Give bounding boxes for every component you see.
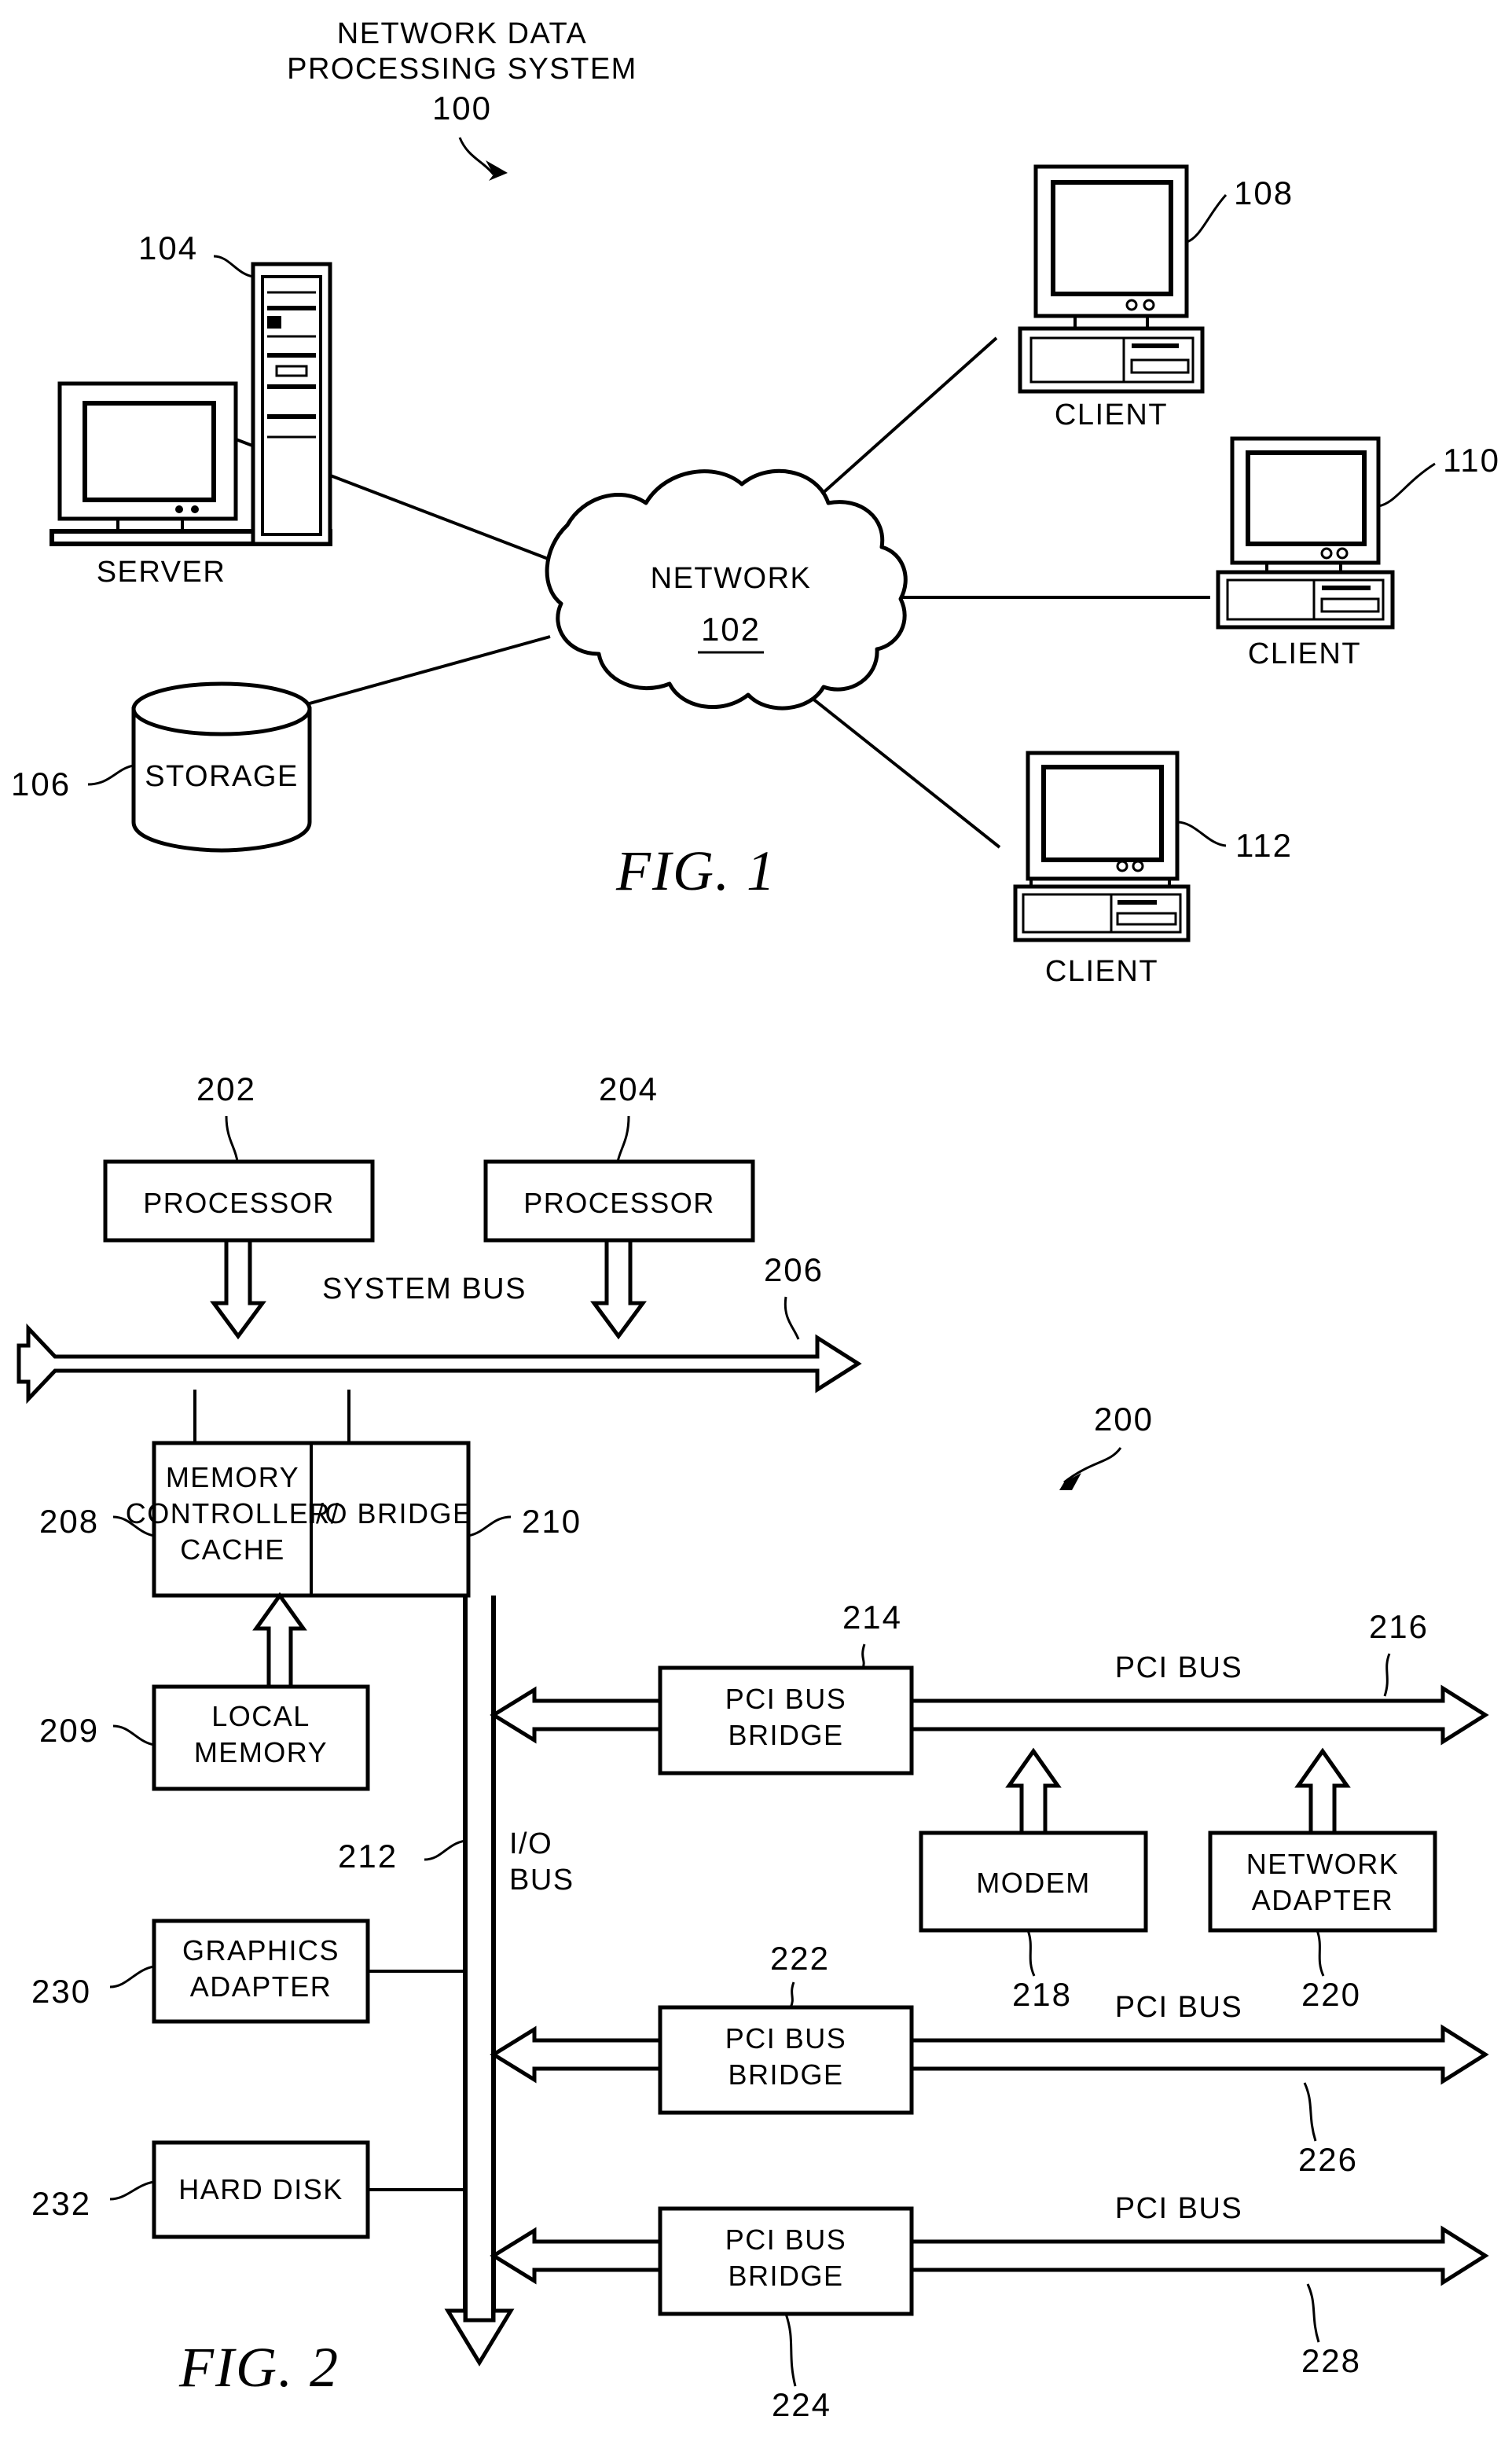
- client-110-ref: 110: [1443, 442, 1500, 479]
- io-bridge-ref: 210: [522, 1503, 582, 1540]
- pci-bridge-214-line1: PCI BUS: [725, 1683, 847, 1715]
- pci-bus-216-label: PCI BUS: [1115, 1651, 1243, 1684]
- network-adapter-line1: NETWORK: [1246, 1848, 1400, 1880]
- modem-ref: 218: [1012, 1976, 1072, 2013]
- pci-bus-228-label: PCI BUS: [1115, 2192, 1243, 2225]
- system-bus-ref: 206: [764, 1251, 824, 1288]
- pci-bridge-214-ref: 214: [842, 1599, 902, 1636]
- server-tower-chip: [267, 316, 281, 329]
- storage-ref: 106: [11, 766, 71, 802]
- figure1-caption: FIG. 1: [615, 839, 776, 902]
- processor-202-ref: 202: [196, 1070, 256, 1107]
- pci-bridge-214-line2: BRIDGE: [728, 1719, 843, 1751]
- system-bus-label: SYSTEM BUS: [322, 1272, 527, 1305]
- graphics-adapter-line1: GRAPHICS: [182, 1934, 339, 1966]
- network-label: NETWORK: [651, 562, 812, 595]
- graphics-adapter-line2: ADAPTER: [190, 1970, 332, 2003]
- pci-bus-226-label: PCI BUS: [1115, 1991, 1243, 2024]
- hard-disk-label: HARD DISK: [178, 2173, 343, 2205]
- network-ref: 102: [701, 611, 761, 648]
- io-bridge-label: I/O BRIDGE: [306, 1497, 472, 1529]
- storage-label: STORAGE: [145, 760, 299, 793]
- pci-bus-228-ref: 228: [1301, 2342, 1361, 2379]
- hard-disk-ref: 232: [31, 2185, 91, 2222]
- pci-bridge-224-ref: 224: [772, 2386, 831, 2423]
- io-bus-line2: BUS: [509, 1864, 574, 1897]
- server-ref: 104: [138, 230, 198, 266]
- processor-202-box: PROCESSOR: [103, 1159, 375, 1243]
- pci-bridge-222-ref: 222: [770, 1940, 830, 1977]
- system-200-ref: 200: [1094, 1401, 1154, 1438]
- processor-204-label: PROCESSOR: [523, 1187, 715, 1219]
- client-112-ref: 112: [1235, 827, 1293, 864]
- processor-204-ref: 204: [599, 1070, 659, 1107]
- figure1-title-ref: 100: [432, 90, 492, 127]
- local-memory-ref: 209: [39, 1712, 99, 1749]
- pci-bridge-222-line2: BRIDGE: [728, 2058, 843, 2091]
- figure2-caption: FIG. 2: [178, 2336, 339, 2399]
- storage-cylinder-top: [131, 681, 312, 736]
- figure1-title-line1: NETWORK DATA: [337, 17, 587, 50]
- figure1-title-line2: PROCESSING SYSTEM: [287, 53, 637, 86]
- local-memory-line2: MEMORY: [194, 1736, 328, 1768]
- pci-bridge-224-line2: BRIDGE: [728, 2260, 843, 2292]
- pci-bus-216-ref: 216: [1369, 1608, 1429, 1645]
- network-adapter-line2: ADAPTER: [1252, 1884, 1394, 1916]
- server-label: SERVER: [97, 556, 226, 589]
- processor-204-box: PROCESSOR: [483, 1159, 755, 1243]
- client-110-label: CLIENT: [1248, 637, 1361, 670]
- client-108-ref: 108: [1234, 174, 1294, 211]
- pci-bridge-224-line1: PCI BUS: [725, 2224, 847, 2256]
- memory-controller-io-bridge-box: MEMORY CONTROLLER/ CACHE I/O BRIDGE: [126, 1441, 472, 1598]
- pci-bus-226-ref: 226: [1298, 2141, 1358, 2178]
- client-112-label: CLIENT: [1045, 955, 1158, 988]
- local-memory-line1: LOCAL: [211, 1700, 310, 1732]
- processor-202-label: PROCESSOR: [143, 1187, 335, 1219]
- network-adapter-ref: 220: [1301, 1976, 1361, 2013]
- io-bus-line1: I/O: [509, 1827, 552, 1860]
- io-bus-ref: 212: [338, 1838, 398, 1875]
- patent-drawing-sheet: NETWORK DATA PROCESSING SYSTEM 100 NETWO…: [0, 0, 1512, 2442]
- local-memory-box: LOCAL MEMORY: [152, 1684, 370, 1791]
- client-108-label: CLIENT: [1055, 398, 1168, 431]
- modem-label: MODEM: [976, 1867, 1091, 1899]
- server-monitor-led-1: [175, 505, 183, 513]
- pci-bridge-222-line1: PCI BUS: [725, 2022, 847, 2055]
- memory-controller-line3: CACHE: [180, 1533, 285, 1566]
- memory-controller-ref: 208: [39, 1503, 99, 1540]
- server-monitor-led-2: [191, 505, 199, 513]
- graphics-adapter-ref: 230: [31, 1973, 91, 2010]
- memory-controller-line1: MEMORY: [166, 1461, 299, 1493]
